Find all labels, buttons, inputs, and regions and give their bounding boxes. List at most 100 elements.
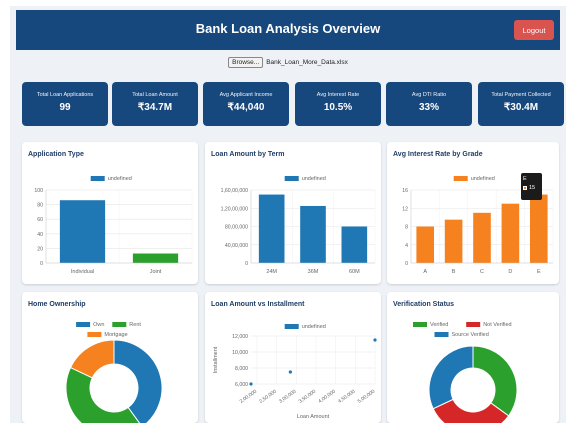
legend-label: Not Verified — [483, 322, 511, 328]
card-home-ownership: Home Ownership Own Rent Mortgage — [22, 292, 198, 423]
kpi-label: Total Loan Applications — [36, 92, 94, 98]
x-tick-label: D — [508, 269, 512, 275]
y-tick-label: 12 — [402, 206, 408, 212]
card-rate-by-grade: Avg Interest Rate by Grade undefined 0 4 8 1… — [387, 142, 559, 284]
browse-button[interactable]: Browse... — [228, 56, 264, 68]
legend-swatch — [453, 176, 468, 181]
bar — [444, 219, 463, 263]
bar — [59, 200, 106, 263]
y-tick-label: 0 — [405, 261, 408, 267]
amount-vs-installment-chart: undefined 6,000 8,000 10,000 12,000 2,00,000 2… — [213, 324, 377, 420]
legend-swatch — [434, 332, 449, 337]
x-tick-label: Joint — [150, 269, 162, 275]
y-tick-label: 6,000 — [235, 382, 248, 388]
kpi-label: Total Loan Amount — [132, 92, 178, 98]
x-axis-title: Loan Amount — [297, 414, 330, 420]
y-tick-label: 100 — [34, 188, 43, 194]
legend-label: undefined — [471, 176, 495, 182]
x-tick-label: 60M — [349, 269, 360, 275]
y-tick-label: 40 — [37, 232, 43, 238]
legend-label: Source Verified — [452, 332, 489, 338]
y-tick-label: 4 — [405, 243, 408, 249]
y-tick-label: 1,20,00,000 — [221, 206, 249, 212]
scatter-point — [288, 370, 292, 374]
square-swatch-icon — [523, 186, 527, 190]
kpi-label: Avg Interest Rate — [316, 92, 360, 98]
y-tick-label: 8 — [405, 225, 408, 231]
card-application-type: Application Type undefined 0 20 40 60 80 100 In… — [22, 142, 198, 284]
bar — [416, 226, 435, 263]
bar — [300, 205, 326, 263]
kpi-value: ₹30.4M — [503, 102, 539, 113]
y-tick-label: 20 — [37, 246, 43, 252]
x-tick-label: 36M — [308, 269, 319, 275]
verification-chart: Verified Not Verified Source Verified — [413, 322, 518, 423]
y-tick-label: 60 — [37, 217, 43, 223]
kpi-label: Avg DTI Ratio — [411, 92, 447, 98]
legend-swatch — [76, 322, 91, 327]
x-tick-label: 4,50,000 — [337, 389, 357, 405]
dashboard-page: Bank Loan Analysis Overview Logout Brows… — [10, 6, 566, 423]
kpi-card-total-applications: Total Loan Applications 99 — [22, 82, 108, 126]
y-tick-label: 0 — [40, 261, 43, 267]
tooltip-title: E — [523, 176, 527, 182]
logout-button[interactable]: Logout — [514, 20, 554, 40]
card-amount-vs-installment: Loan Amount vs Installment undefined 6,00… — [205, 292, 381, 423]
legend-swatch — [284, 176, 299, 181]
x-tick-label: C — [480, 269, 484, 275]
donut-slice — [428, 345, 474, 410]
card-verification-status: Verification Status Verified Not Verified… — [387, 292, 559, 423]
x-tick-label: 3,50,000 — [298, 389, 318, 405]
y-tick-label: 80,00,000 — [225, 225, 248, 231]
kpi-value: 33% — [418, 102, 439, 113]
y-tick-label: 16 — [402, 188, 408, 194]
y-tick-label: 40,00,000 — [225, 243, 248, 249]
y-tick-label: 1,60,00,000 — [221, 188, 249, 194]
legend-label: undefined — [108, 176, 132, 182]
y-axis-title: Installment — [213, 346, 219, 373]
x-tick-label: 24M — [266, 269, 277, 275]
y-tick-label: 10,000 — [232, 350, 248, 356]
legend-label: undefined — [302, 176, 326, 182]
legend-label: Verified — [430, 322, 448, 328]
scatter-point — [373, 338, 377, 342]
selected-filename: Bank_Loan_More_Data.xlsx — [266, 58, 348, 66]
bar — [341, 226, 368, 263]
kpi-card-avg-dti: Avg DTI Ratio 33% — [386, 82, 472, 126]
tooltip-value: 15 — [529, 185, 536, 191]
y-tick-label: 0 — [245, 261, 248, 267]
kpi-label: Total Payment Collected — [491, 92, 551, 98]
x-tick-label: A — [423, 269, 427, 275]
kpi-value: 99 — [59, 102, 71, 113]
bar — [258, 194, 285, 263]
x-tick-label: 5,00,000 — [357, 389, 377, 405]
x-tick-label: 2,50,000 — [258, 389, 278, 405]
scatter-point — [249, 382, 253, 386]
chart-tooltip: E 15 — [521, 173, 542, 200]
bar — [529, 194, 548, 263]
legend-swatch — [90, 176, 105, 181]
page-title: Bank Loan Analysis Overview — [195, 21, 381, 36]
home-ownership-chart: Own RentMortgage — [65, 322, 163, 423]
application-type-chart: undefined 0 20 40 60 80 100 Individual Joint — [34, 176, 193, 275]
y-tick-label: 12,000 — [232, 334, 248, 340]
kpi-card-avg-interest-rate: Avg Interest Rate 10.5% — [295, 82, 381, 126]
kpi-value: ₹44,040 — [227, 102, 265, 113]
legend-label: Own — [93, 322, 104, 328]
loan-by-term-chart: undefined 0 40,00,000 80,00,000 1,20,00,000 1… — [221, 176, 376, 275]
legend-swatch — [466, 322, 481, 327]
bar — [132, 253, 179, 263]
x-tick-label: 3,00,000 — [278, 389, 298, 405]
legend-swatch — [413, 322, 427, 327]
card-loan-by-term: Loan Amount by Term undefined 0 40,00,000 8… — [205, 142, 381, 284]
app-header: Bank Loan Analysis Overview Logout — [16, 10, 560, 50]
legend-label: undefined — [302, 324, 326, 330]
rate-by-grade-chart: undefined 0 4 8 12 16 A B C D E — [402, 176, 554, 275]
bar — [501, 203, 520, 263]
kpi-card-total-loan-amount: Total Loan Amount ₹34.7M — [112, 82, 198, 126]
kpi-value: ₹34.7M — [137, 102, 173, 113]
kpi-card-avg-income: Avg Applicant Income ₹44,040 — [203, 82, 289, 126]
x-tick-label: Individual — [71, 269, 94, 275]
legend-label: Rent — [129, 322, 141, 328]
file-picker: Browse... Bank_Loan_More_Data.xlsx — [10, 55, 566, 69]
